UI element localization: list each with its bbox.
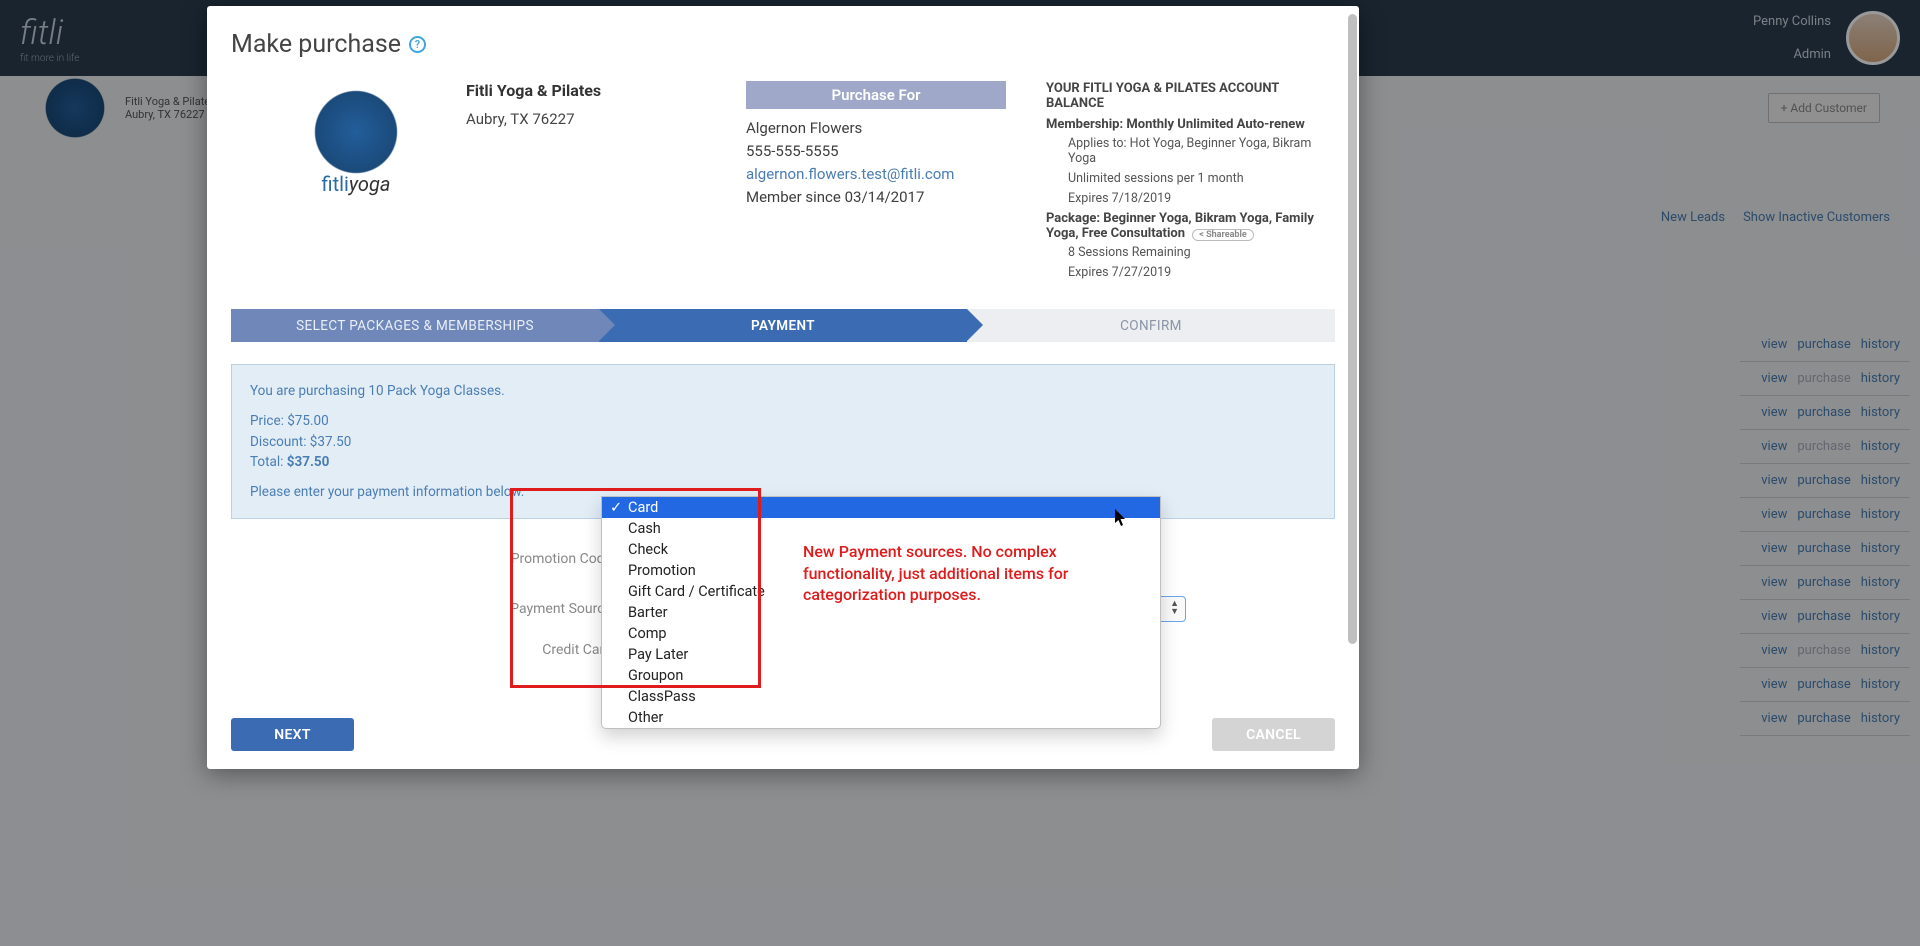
- purchase-for-banner: Purchase For: [746, 81, 1006, 109]
- option-promotion[interactable]: Promotion: [602, 560, 1160, 581]
- purchasing-line: You are purchasing 10 Pack Yoga Classes.: [250, 381, 1316, 401]
- option-card[interactable]: Card: [602, 497, 1160, 518]
- sessions-remaining: 8 Sessions Remaining: [1068, 245, 1335, 260]
- business-name: Fitli Yoga & Pilates: [466, 81, 706, 100]
- modal-title: Make purchase ?: [231, 30, 1335, 59]
- next-button[interactable]: NEXT: [231, 718, 354, 751]
- option-other[interactable]: Other: [602, 707, 1160, 728]
- membership-expires: Expires 7/18/2019: [1068, 191, 1335, 206]
- package-line: Package: Beginner Yoga, Bikram Yoga, Fam…: [1046, 211, 1335, 241]
- balance-title: YOUR FITLI YOGA & PILATES ACCOUNT BALANC…: [1046, 81, 1335, 111]
- option-comp[interactable]: Comp: [602, 623, 1160, 644]
- package-expires: Expires 7/27/2019: [1068, 265, 1335, 280]
- option-barter[interactable]: Barter: [602, 602, 1160, 623]
- step-select[interactable]: SELECT PACKAGES & MEMBERSHIPS: [231, 309, 599, 342]
- scrollbar[interactable]: [1348, 14, 1357, 644]
- business-locale: Aubry, TX 76227: [466, 110, 706, 128]
- balance-panel: YOUR FITLI YOGA & PILATES ACCOUNT BALANC…: [1046, 81, 1335, 285]
- credit-card-label: Credit Card: [231, 642, 626, 658]
- chevron-icon: ▲▼: [1170, 600, 1179, 616]
- unlimited-line: Unlimited sessions per 1 month: [1068, 171, 1335, 186]
- membership-line: Membership: Monthly Unlimited Auto-renew: [1046, 117, 1335, 132]
- option-cash[interactable]: Cash: [602, 518, 1160, 539]
- discount-line: Discount: $37.50: [250, 432, 1316, 452]
- applies-to: Applies to: Hot Yoga, Beginner Yoga, Bik…: [1068, 136, 1335, 166]
- step-confirm: CONFIRM: [967, 309, 1335, 342]
- payment-source-dropdown[interactable]: Card Cash Check Promotion Gift Card / Ce…: [601, 496, 1161, 729]
- option-check[interactable]: Check: [602, 539, 1160, 560]
- option-giftcard[interactable]: Gift Card / Certificate: [602, 581, 1160, 602]
- modal-title-text: Make purchase: [231, 30, 401, 59]
- purchase-modal: Make purchase ? fitliyoga Fitli Yoga & P…: [207, 6, 1359, 769]
- customer-name: Algernon Flowers: [746, 119, 1006, 137]
- customer-phone: 555-555-5555: [746, 142, 1006, 160]
- price-line: Price: $75.00: [250, 411, 1316, 431]
- step-bar: SELECT PACKAGES & MEMBERSHIPS PAYMENT CO…: [231, 309, 1335, 342]
- promo-label: Promotion Code: [231, 551, 626, 567]
- help-icon[interactable]: ?: [409, 36, 426, 53]
- payment-source-label: Payment Source: [231, 601, 626, 617]
- option-groupon[interactable]: Groupon: [602, 665, 1160, 686]
- customer-email[interactable]: algernon.flowers.test@fitli.com: [746, 165, 954, 183]
- shareable-badge[interactable]: < Shareable: [1192, 229, 1253, 241]
- step-payment: PAYMENT: [599, 309, 967, 342]
- business-logo: fitliyoga: [286, 81, 426, 213]
- total-line: Total: $37.50: [250, 452, 1316, 472]
- cancel-button[interactable]: CANCEL: [1212, 718, 1335, 751]
- option-classpass[interactable]: ClassPass: [602, 686, 1160, 707]
- option-paylater[interactable]: Pay Later: [602, 644, 1160, 665]
- member-since: Member since 03/14/2017: [746, 188, 1006, 206]
